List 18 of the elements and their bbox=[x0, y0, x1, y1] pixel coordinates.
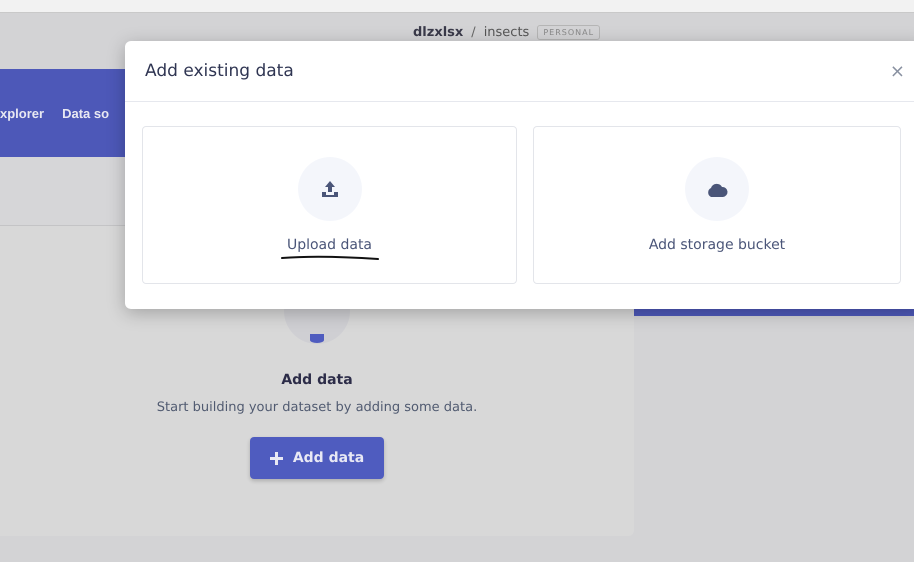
option-card[interactable]: Upload data bbox=[142, 126, 517, 284]
cloud-icon bbox=[706, 182, 728, 196]
owner-name[interactable]: dlzxlsx bbox=[413, 25, 464, 40]
plus-icon bbox=[270, 452, 283, 464]
option-label: Upload data bbox=[286, 237, 372, 253]
path-separator: / bbox=[471, 25, 476, 40]
upload-icon bbox=[320, 180, 338, 198]
modal-title: Add existing data bbox=[145, 61, 294, 81]
nav-tab[interactable]: Data so bbox=[62, 106, 110, 120]
project-name[interactable]: insects bbox=[484, 25, 530, 40]
nav-tab[interactable]: xplorer bbox=[0, 106, 44, 120]
empty-state-title: Add data bbox=[281, 372, 353, 388]
add-data-button[interactable]: Add data bbox=[250, 437, 384, 479]
option-card[interactable]: Add storage bucket bbox=[533, 126, 901, 284]
empty-state-description: Start building your dataset by adding some data. bbox=[156, 400, 478, 415]
visibility-badge: PERSONAL bbox=[537, 25, 600, 40]
option-label: Add storage bucket bbox=[648, 237, 786, 253]
close-button[interactable]: × bbox=[890, 60, 905, 82]
